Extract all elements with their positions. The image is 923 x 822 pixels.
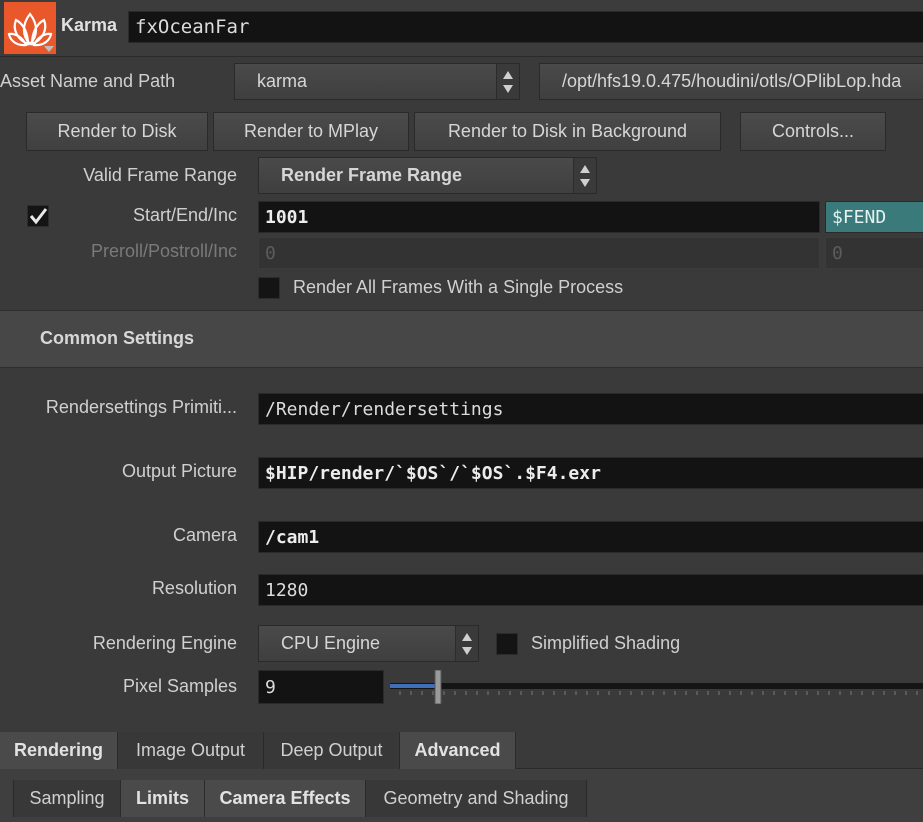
menu-arrows-icon <box>455 626 478 661</box>
single-process-label: Render All Frames With a Single Process <box>293 277 624 297</box>
camera-input[interactable]: /cam1 <box>258 521 923 553</box>
tab-limits[interactable]: Limits <box>121 780 205 817</box>
node-name-input[interactable]: fxOceanFar <box>128 11 923 43</box>
camera-label: Camera <box>172 525 237 545</box>
simplified-shading-checkbox[interactable] <box>496 633 518 655</box>
controls-button[interactable]: Controls... <box>740 112 886 151</box>
single-process-checkbox[interactable] <box>258 277 280 299</box>
node-type-label: Karma <box>61 15 118 35</box>
asset-menu-value: karma <box>257 71 308 91</box>
end-frame-input[interactable]: $FEND <box>825 201 923 233</box>
preroll-input: 0 <box>258 237 820 269</box>
tab-rendering[interactable]: Rendering <box>0 732 118 769</box>
rendering-engine-menu[interactable]: CPU Engine <box>258 625 479 662</box>
menu-arrows-icon <box>573 158 596 193</box>
render-to-disk-background-button[interactable]: Render to Disk in Background <box>414 112 721 151</box>
start-end-inc-label: Start/End/Inc <box>132 205 237 225</box>
menu-arrows-icon <box>496 64 519 99</box>
start-frame-input[interactable]: 1001 <box>258 201 820 233</box>
valid-frame-range-menu[interactable]: Render Frame Range <box>258 157 597 194</box>
tab-deep-output[interactable]: Deep Output <box>264 732 400 769</box>
karma-node-icon[interactable] <box>4 2 56 54</box>
output-picture-label: Output Picture <box>121 461 237 481</box>
rendersettings-input[interactable]: /Render/rendersettings <box>258 393 923 425</box>
output-picture-input[interactable]: $HIP/render/`$OS`/`$OS`.$F4.exr <box>258 457 923 489</box>
valid-frame-range-value: Render Frame Range <box>281 165 463 185</box>
asset-path-field[interactable]: /opt/hfs19.0.475/houdini/otls/OPlibLop.h… <box>539 63 923 100</box>
resolution-label: Resolution <box>151 578 237 598</box>
tab-sampling[interactable]: Sampling <box>13 780 121 817</box>
pixel-samples-input[interactable]: 9 <box>258 670 384 704</box>
common-settings-title: Common Settings <box>40 328 195 348</box>
start-end-inc-toggle[interactable] <box>27 205 49 227</box>
rendering-engine-label: Rendering Engine <box>92 633 237 653</box>
asset-label: Asset Name and Path <box>0 71 176 91</box>
asset-menu[interactable]: karma <box>234 63 520 100</box>
pixel-samples-label: Pixel Samples <box>122 676 237 696</box>
tab-image-output[interactable]: Image Output <box>118 732 264 769</box>
render-to-disk-button[interactable]: Render to Disk <box>26 112 208 151</box>
rendering-engine-value: CPU Engine <box>281 633 381 653</box>
resolution-input[interactable]: 1280 <box>258 574 923 606</box>
valid-frame-range-label: Valid Frame Range <box>83 165 237 185</box>
postroll-input: 0 <box>825 237 923 269</box>
tab-advanced[interactable]: Advanced <box>400 732 516 769</box>
common-settings-header[interactable]: Common Settings <box>0 310 923 368</box>
pixel-samples-slider[interactable] <box>390 669 923 705</box>
slider-track <box>390 669 923 705</box>
rendersettings-label: Rendersettings Primiti... <box>45 397 237 417</box>
tab-geometry-and-shading[interactable]: Geometry and Shading <box>366 780 587 817</box>
simplified-shading-label: Simplified Shading <box>531 633 681 653</box>
checkmark-icon <box>29 208 48 225</box>
preroll-label: Preroll/Postroll/Inc <box>90 241 237 261</box>
tab-camera-effects[interactable]: Camera Effects <box>205 780 366 817</box>
render-to-mplay-button[interactable]: Render to MPlay <box>213 112 409 151</box>
